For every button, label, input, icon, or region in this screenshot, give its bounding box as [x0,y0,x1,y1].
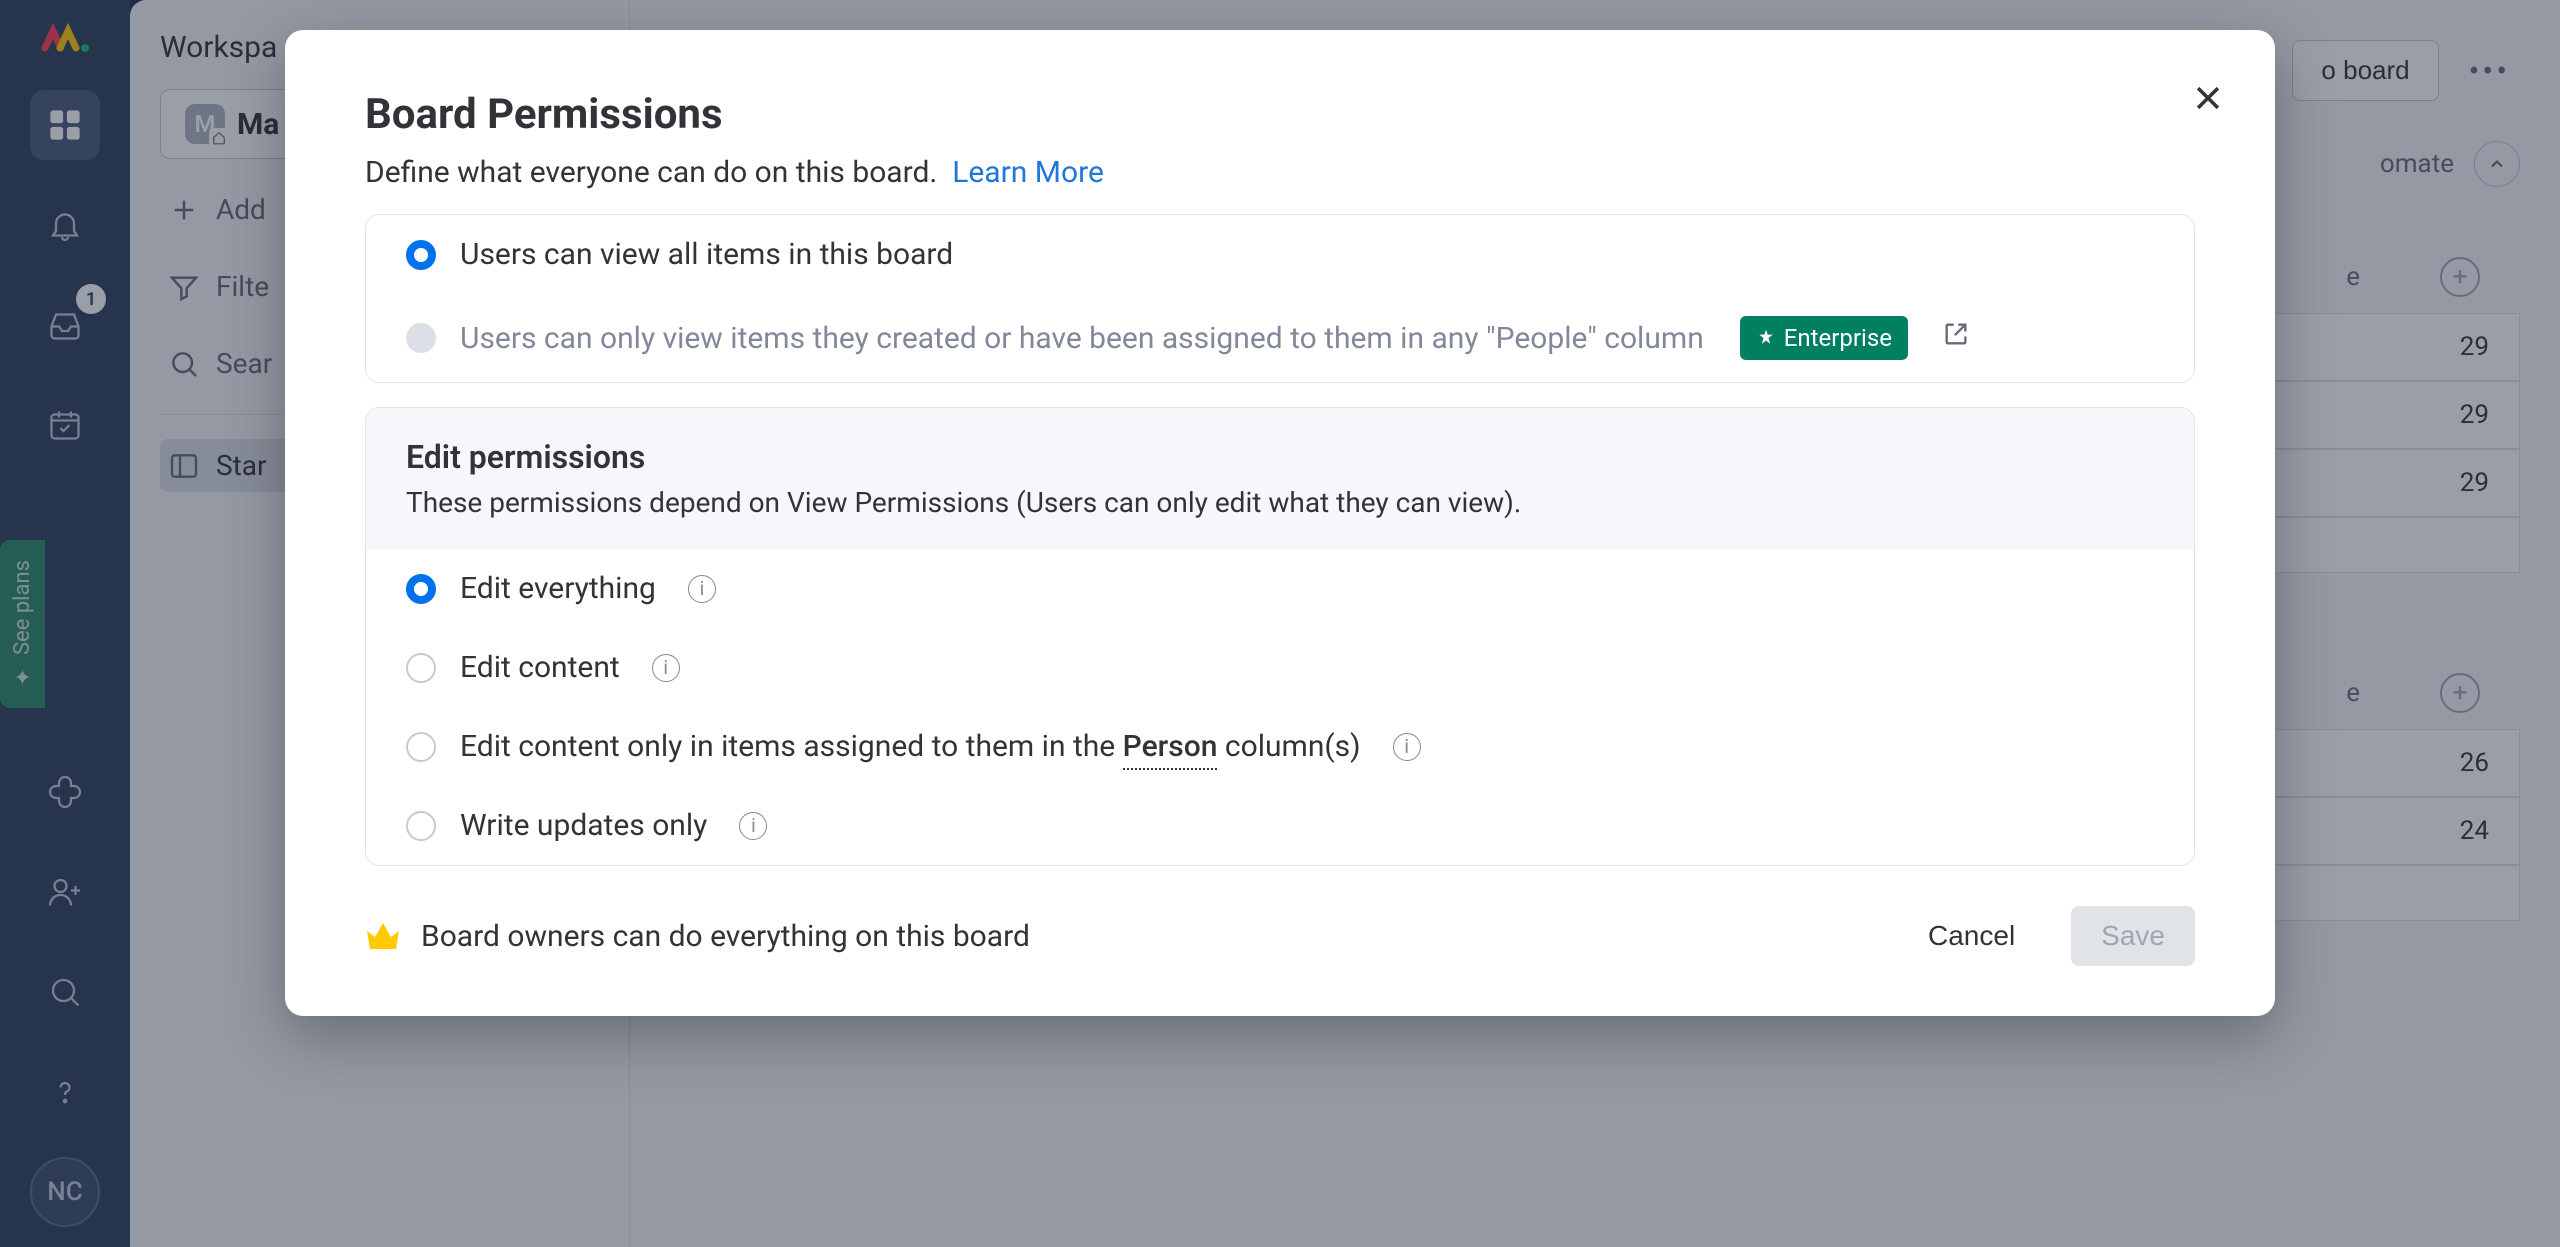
edit-section-title: Edit permissions [406,438,2154,476]
enterprise-badge[interactable]: Enterprise [1740,316,1908,360]
person-column-link[interactable]: Person [1123,729,1218,770]
external-link-icon[interactable] [1942,320,1970,356]
radio-checked-icon[interactable] [406,574,436,604]
modal-overlay: Board Permissions Define what everyone c… [0,0,2560,1247]
cancel-button[interactable]: Cancel [1902,906,2041,966]
info-icon[interactable]: i [739,812,767,840]
radio-icon[interactable] [406,653,436,683]
info-icon[interactable]: i [652,654,680,682]
modal-footer: Board owners can do everything on this b… [365,906,2195,966]
write-updates-option[interactable]: Write updates only i [366,786,2194,865]
modal-title: Board Permissions [365,90,2195,139]
save-button[interactable]: Save [2071,906,2195,966]
permissions-modal: Board Permissions Define what everyone c… [285,30,2275,1016]
radio-icon[interactable] [406,811,436,841]
edit-content-option[interactable]: Edit content i [366,628,2194,707]
radio-checked-icon[interactable] [406,240,436,270]
view-assigned-option: Users can only view items they created o… [366,294,2194,382]
edit-section-header: Edit permissions These permissions depen… [366,408,2194,549]
edit-section-desc: These permissions depend on View Permiss… [406,486,2154,519]
crown-icon [365,921,401,951]
edit-assigned-option[interactable]: Edit content only in items assigned to t… [366,707,2194,786]
close-icon[interactable] [2191,80,2225,125]
radio-icon[interactable] [406,732,436,762]
radio-disabled-icon [406,323,436,353]
edit-permissions-box: Edit permissions These permissions depen… [365,407,2195,866]
footer-note: Board owners can do everything on this b… [365,919,1030,954]
view-permissions-box: Users can view all items in this board U… [365,214,2195,383]
learn-more-link[interactable]: Learn More [952,155,1104,190]
info-icon[interactable]: i [688,575,716,603]
info-icon[interactable]: i [1393,733,1421,761]
view-all-option[interactable]: Users can view all items in this board [366,215,2194,294]
modal-subtitle: Define what everyone can do on this boar… [365,155,2195,190]
edit-everything-option[interactable]: Edit everything i [366,549,2194,628]
